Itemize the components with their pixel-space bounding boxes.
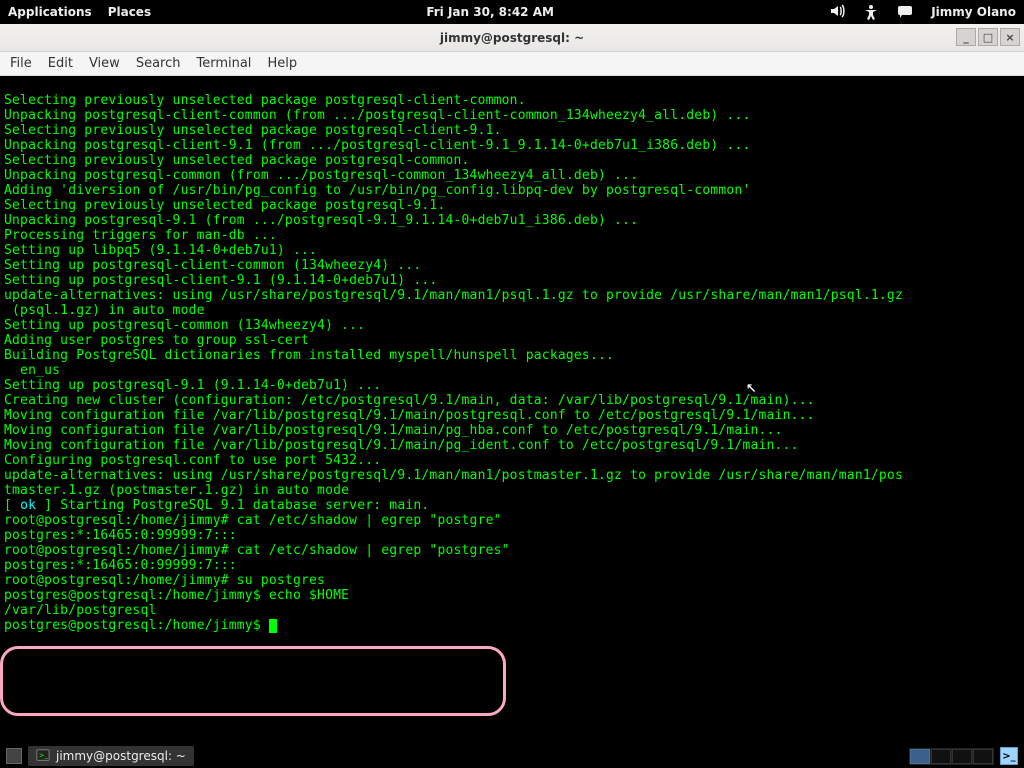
bottom-panel: >_ jimmy@postgresql: ~ >_ bbox=[0, 744, 1024, 768]
terminal-icon: >_ bbox=[36, 748, 50, 765]
window-titlebar[interactable]: jimmy@postgresql: ~ _ □ × bbox=[0, 24, 1024, 52]
workspace-3[interactable] bbox=[952, 749, 972, 764]
menu-help[interactable]: Help bbox=[267, 56, 297, 71]
window-controls: _ □ × bbox=[956, 28, 1020, 46]
taskbar-right: >_ bbox=[909, 747, 1018, 765]
terminal-output[interactable]: Selecting previously unselected package … bbox=[0, 76, 1024, 744]
menu-search[interactable]: Search bbox=[136, 56, 181, 71]
window-title: jimmy@postgresql: ~ bbox=[440, 31, 584, 45]
svg-text:>_: >_ bbox=[39, 751, 49, 759]
terminal-menubar: File Edit View Search Terminal Help bbox=[0, 52, 1024, 76]
volume-icon[interactable] bbox=[829, 3, 845, 22]
top-panel-right: Jimmy Olano bbox=[829, 3, 1016, 22]
chat-icon[interactable] bbox=[897, 4, 913, 20]
tray-terminal-icon[interactable]: >_ bbox=[1000, 747, 1018, 765]
taskbar-left: >_ jimmy@postgresql: ~ bbox=[6, 746, 194, 766]
menu-file[interactable]: File bbox=[10, 56, 32, 71]
panel-clock[interactable]: Fri Jan 30, 8:42 AM bbox=[426, 5, 554, 19]
maximize-button[interactable]: □ bbox=[978, 28, 998, 46]
workspace-1[interactable] bbox=[910, 749, 930, 764]
workspace-2[interactable] bbox=[931, 749, 951, 764]
top-panel: Applications Places Fri Jan 30, 8:42 AM … bbox=[0, 0, 1024, 24]
taskbar-item-terminal[interactable]: >_ jimmy@postgresql: ~ bbox=[28, 746, 194, 766]
workspace-4[interactable] bbox=[973, 749, 993, 764]
annotation-highlight bbox=[0, 646, 506, 716]
user-menu[interactable]: Jimmy Olano bbox=[931, 5, 1016, 19]
menu-terminal[interactable]: Terminal bbox=[196, 56, 251, 71]
taskbar-item-label: jimmy@postgresql: ~ bbox=[56, 749, 186, 763]
workspace-switcher[interactable] bbox=[909, 748, 994, 765]
show-desktop-icon[interactable] bbox=[6, 748, 22, 764]
mouse-cursor: ↖ bbox=[746, 379, 757, 394]
top-panel-left: Applications Places bbox=[8, 5, 151, 19]
close-button[interactable]: × bbox=[1000, 28, 1020, 46]
menu-edit[interactable]: Edit bbox=[48, 56, 73, 71]
minimize-button[interactable]: _ bbox=[956, 28, 976, 46]
menu-applications[interactable]: Applications bbox=[8, 5, 92, 19]
menu-view[interactable]: View bbox=[89, 56, 120, 71]
menu-places[interactable]: Places bbox=[108, 5, 151, 19]
terminal-window: jimmy@postgresql: ~ _ □ × File Edit View… bbox=[0, 24, 1024, 744]
accessibility-icon[interactable] bbox=[863, 4, 879, 20]
